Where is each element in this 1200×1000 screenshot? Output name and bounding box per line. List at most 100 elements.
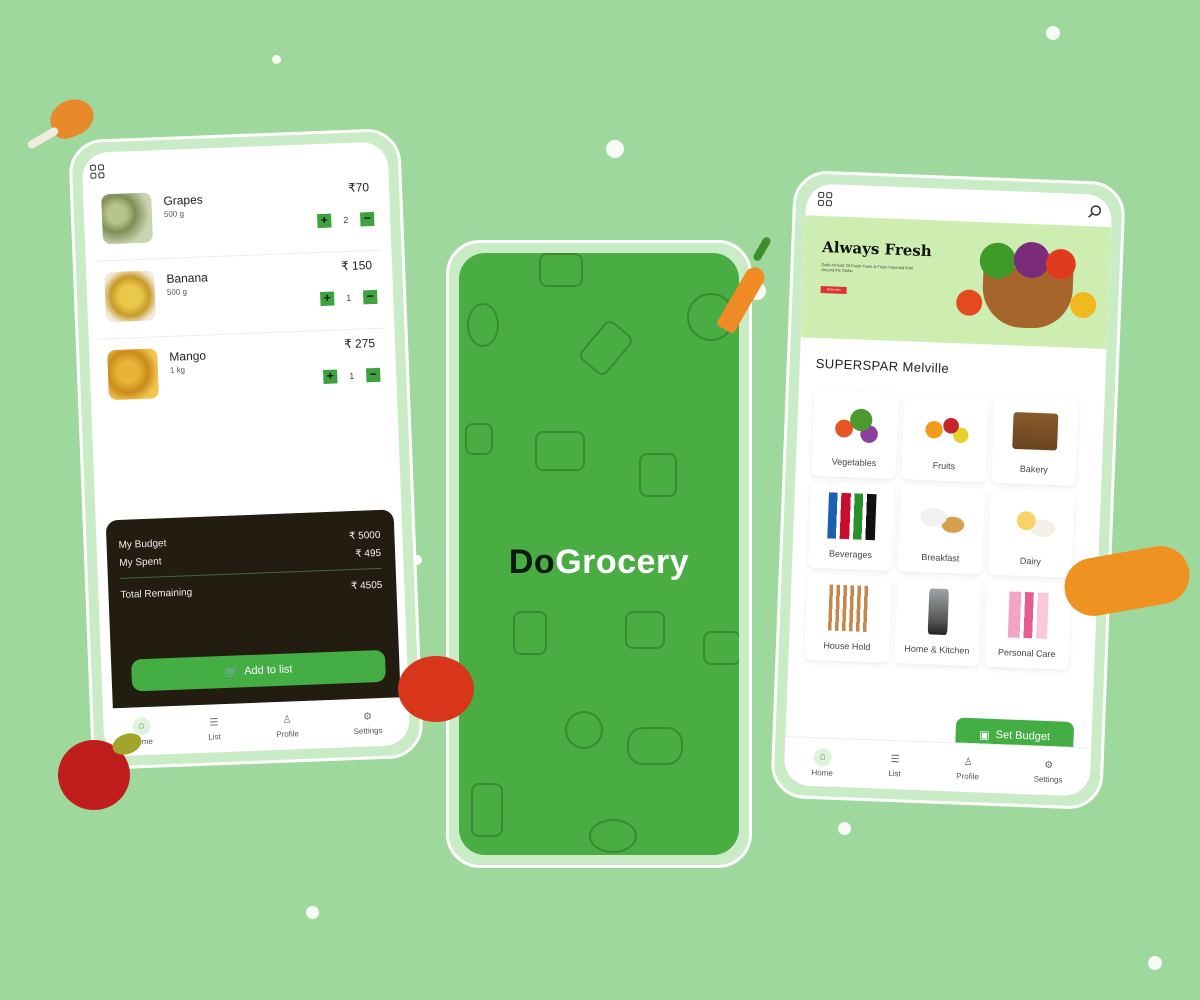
doodle-cake-icon bbox=[639, 453, 677, 497]
item-weight: 500 g bbox=[166, 287, 188, 297]
breakfast-image bbox=[912, 495, 971, 544]
sparkle-dot bbox=[1148, 956, 1162, 970]
decrement-button[interactable]: − bbox=[365, 367, 381, 383]
home-icon: ⌂ bbox=[132, 716, 151, 736]
home-kitchen-image bbox=[927, 588, 949, 636]
grid-menu-icon[interactable] bbox=[89, 164, 105, 179]
doodle-apple-icon bbox=[565, 711, 603, 749]
nav-home[interactable]: ⌂ Home bbox=[811, 747, 833, 777]
logo-do: Do bbox=[508, 543, 556, 581]
grid-menu-icon[interactable] bbox=[817, 191, 833, 207]
quantity-stepper: + 2 − bbox=[317, 211, 375, 229]
bakery-image bbox=[1012, 412, 1059, 451]
splash-screen: DoGrocery bbox=[459, 253, 739, 855]
grapes-image bbox=[101, 192, 154, 245]
add-to-list-label: Add to list bbox=[243, 663, 293, 678]
quantity-stepper: + 1 − bbox=[320, 289, 378, 307]
spent-row: My Spent ₹ 495 bbox=[119, 548, 381, 569]
remaining-value: ₹ 4505 bbox=[350, 579, 383, 593]
banner-text: Daily Arrivals Of Fresh Fruits & Fruits … bbox=[821, 261, 914, 274]
fruits-image bbox=[916, 403, 975, 452]
doodle-chocolate-icon bbox=[513, 611, 547, 655]
mango-image bbox=[107, 348, 159, 401]
sparkle-dot bbox=[272, 55, 281, 64]
item-name: Banana bbox=[166, 270, 209, 286]
item-name: Grapes bbox=[163, 192, 204, 208]
home-icon: ⌂ bbox=[813, 747, 833, 767]
budget-label: My Budget bbox=[118, 538, 167, 551]
nav-list[interactable]: ☰ List bbox=[887, 752, 902, 778]
category-dairy[interactable]: Dairy bbox=[987, 488, 1076, 578]
nav-profile[interactable]: ♙ Profile bbox=[275, 713, 299, 738]
nav-settings[interactable]: ⚙ Settings bbox=[1034, 758, 1064, 784]
profile-icon: ♙ bbox=[963, 756, 973, 769]
decrement-button[interactable]: − bbox=[362, 289, 378, 305]
banana-image bbox=[104, 270, 156, 323]
doodle-bread-icon bbox=[539, 253, 583, 287]
add-to-list-button[interactable]: 🛒 Add to list bbox=[130, 649, 387, 692]
increment-button[interactable]: + bbox=[317, 213, 332, 229]
cart-screen: Grapes 500 g ₹70 + 2 − Banana 500 g ₹ 15… bbox=[81, 141, 411, 757]
doodle-chicken-icon bbox=[589, 819, 637, 853]
set-budget-label: Set Budget bbox=[995, 729, 1051, 744]
logo-grocery: Grocery bbox=[555, 543, 690, 581]
settings-icon: ⚙ bbox=[362, 711, 373, 723]
category-vegetables[interactable]: Vegetables bbox=[811, 389, 899, 479]
category-personal-care[interactable]: Personal Care bbox=[984, 580, 1072, 670]
doodle-cup-icon bbox=[703, 631, 739, 665]
category-breakfast[interactable]: Breakfast bbox=[897, 485, 986, 575]
shop-now-button[interactable]: Shop Now bbox=[820, 285, 847, 294]
budget-divider bbox=[119, 567, 382, 579]
nav-list[interactable]: ☰ List bbox=[207, 716, 222, 742]
remaining-row: Total Remaining ₹ 4505 bbox=[120, 580, 382, 601]
list-item: Grapes 500 g ₹70 + 2 − bbox=[92, 171, 382, 262]
item-price: ₹ 150 bbox=[340, 258, 373, 274]
list-icon: ☰ bbox=[209, 717, 219, 729]
remaining-label: Total Remaining bbox=[120, 587, 193, 601]
app-logo: DoGrocery bbox=[459, 543, 739, 582]
category-beverages[interactable]: Beverages bbox=[807, 481, 896, 571]
home-screen: Always Fresh Daily Arrivals Of Fresh Fru… bbox=[783, 183, 1113, 797]
category-home-kitchen[interactable]: Home & Kitchen bbox=[894, 577, 982, 667]
increment-button[interactable]: + bbox=[323, 369, 338, 384]
category-house-hold[interactable]: House Hold bbox=[804, 573, 892, 663]
household-image bbox=[827, 584, 869, 632]
chicken-leg-decoration bbox=[22, 93, 102, 160]
doodle-milk-icon bbox=[471, 783, 503, 837]
vegetable-basket-image bbox=[951, 235, 1105, 341]
phone-splash: DoGrocery bbox=[446, 240, 752, 868]
store-name: SUPERSPAR Melville bbox=[815, 355, 950, 376]
budget-row: My Budget ₹ 5000 bbox=[118, 530, 380, 551]
quantity-value: 2 bbox=[343, 214, 349, 226]
spent-label: My Spent bbox=[119, 556, 162, 569]
settings-icon: ⚙ bbox=[1043, 759, 1054, 772]
doodle-cheese-icon bbox=[465, 423, 493, 455]
spent-value: ₹ 495 bbox=[355, 547, 382, 560]
category-bakery[interactable]: Bakery bbox=[991, 396, 1079, 486]
cart-icon: 🛒 bbox=[224, 665, 239, 679]
quantity-stepper: + 1 − bbox=[323, 367, 381, 384]
item-price: ₹ 275 bbox=[343, 335, 376, 352]
category-grid: Vegetables Fruits Bakery Beverages Break… bbox=[804, 183, 1113, 670]
promo-banner: Always Fresh Daily Arrivals Of Fresh Fru… bbox=[800, 215, 1112, 349]
apple-decoration bbox=[58, 729, 145, 810]
increment-button[interactable]: + bbox=[320, 291, 335, 307]
decrement-button[interactable]: − bbox=[360, 211, 375, 227]
nav-settings[interactable]: ⚙ Settings bbox=[353, 709, 382, 735]
beverages-image bbox=[827, 492, 877, 541]
list-item: Mango 1 kg ₹ 275 + 1 − bbox=[99, 328, 388, 417]
vegetables-image bbox=[826, 400, 885, 449]
doodle-sushi-icon bbox=[627, 727, 683, 765]
quantity-value: 1 bbox=[346, 292, 352, 304]
doodle-shop-icon bbox=[625, 611, 665, 649]
budget-value: ₹ 5000 bbox=[348, 529, 381, 543]
sparkle-dot bbox=[606, 140, 624, 158]
item-price: ₹70 bbox=[347, 180, 370, 195]
nav-profile[interactable]: ♙ Profile bbox=[956, 755, 980, 781]
quantity-value: 1 bbox=[349, 370, 355, 381]
search-icon[interactable] bbox=[1088, 204, 1103, 219]
bottom-nav: ⌂ Home ☰ List ♙ Profile ⚙ Settings bbox=[102, 696, 411, 757]
category-fruits[interactable]: Fruits bbox=[901, 393, 989, 483]
profile-icon: ♙ bbox=[282, 714, 292, 726]
dairy-image bbox=[1002, 499, 1061, 548]
